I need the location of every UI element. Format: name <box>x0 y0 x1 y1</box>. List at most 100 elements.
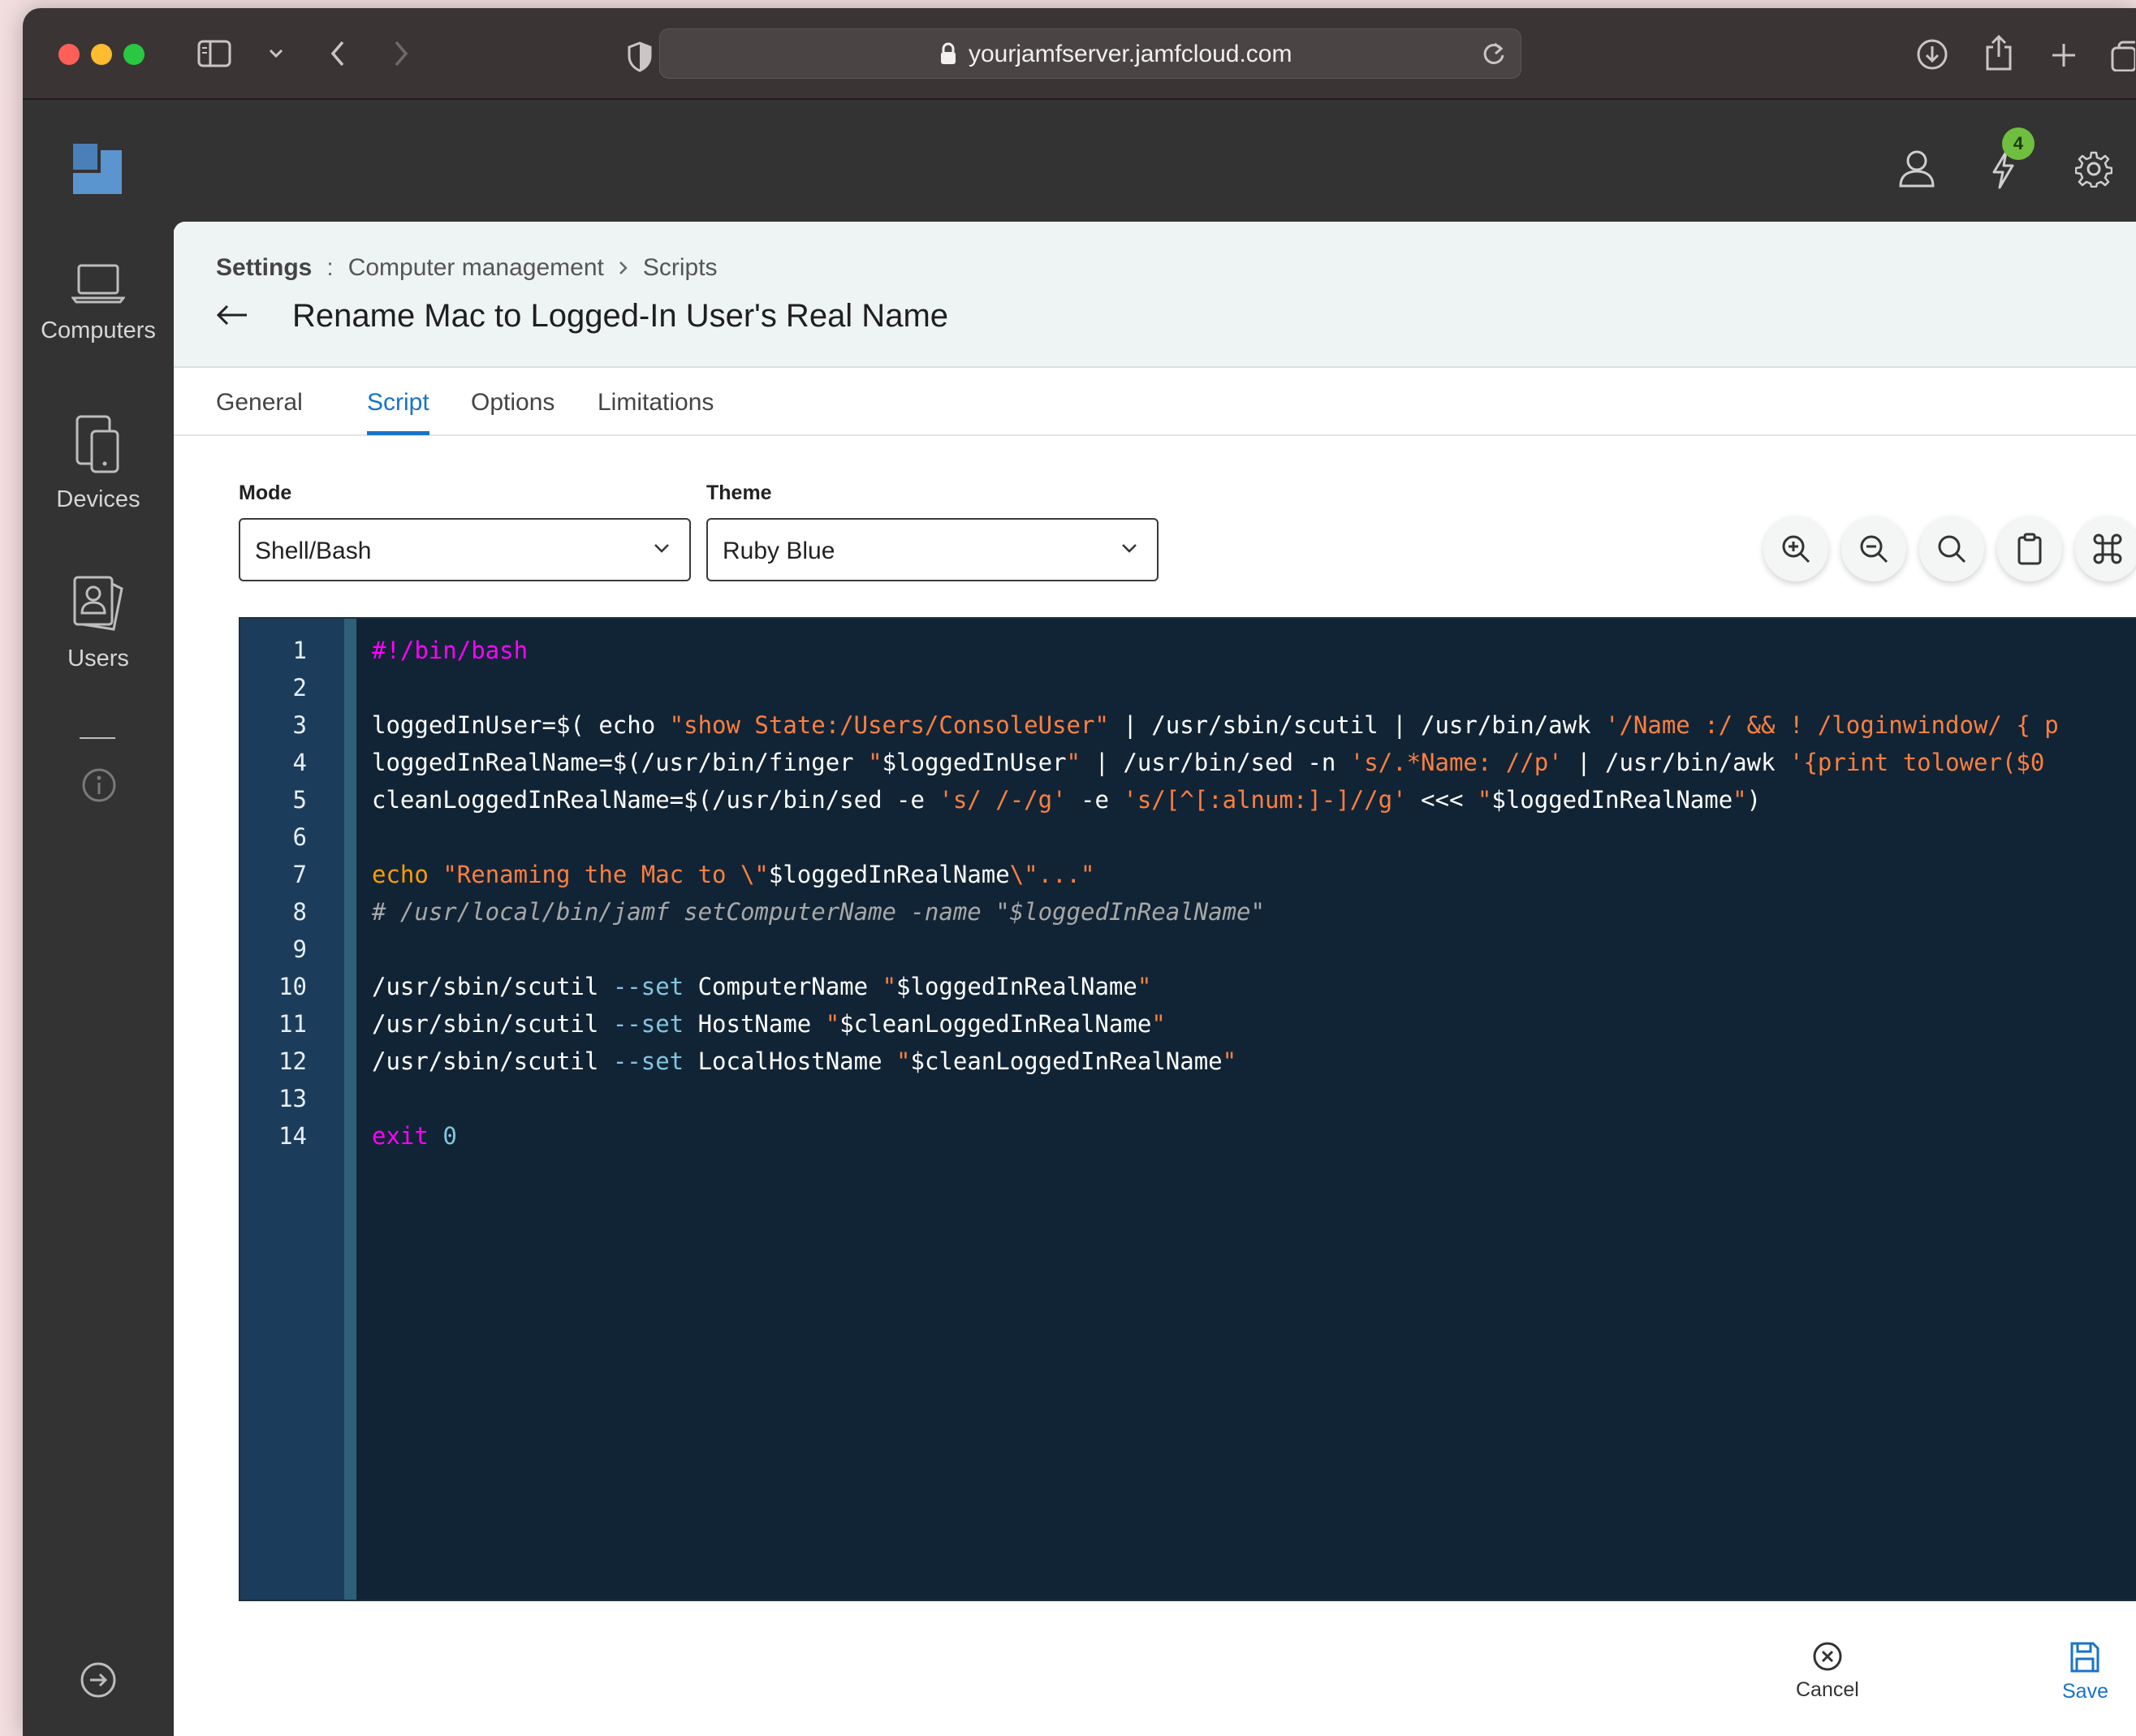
theme-select[interactable]: Ruby Blue <box>706 518 1159 581</box>
breadcrumb-computer-management[interactable]: Computer management <box>348 254 604 282</box>
code-line: /usr/sbin/scutil --set ComputerName "$lo… <box>372 973 1152 1000</box>
settings-gear-icon[interactable] <box>2074 150 2113 192</box>
line-number: 9 <box>292 935 307 963</box>
back-arrow-icon[interactable] <box>216 303 248 331</box>
tab-general[interactable]: General <box>216 389 303 417</box>
users-icon <box>73 576 123 631</box>
back-nav-icon[interactable] <box>325 39 351 68</box>
code-line: exit 0 <box>372 1122 457 1150</box>
line-number: 3 <box>292 711 307 739</box>
sidebar-item-label: Devices <box>56 486 140 512</box>
address-bar-url: yourjamfserver.jamfcloud.com <box>969 41 1292 67</box>
line-number: 10 <box>278 973 307 1000</box>
breadcrumb-scripts[interactable]: Scripts <box>643 254 718 282</box>
save-floppy-icon <box>2070 1642 2099 1673</box>
info-icon[interactable] <box>81 767 117 807</box>
sidebar-toggle-icon[interactable] <box>196 37 232 70</box>
line-number: 14 <box>278 1122 307 1150</box>
main-content: Settings : Computer management Scripts R… <box>174 222 2136 1736</box>
zoom-window-button[interactable] <box>123 44 145 65</box>
cancel-circle-icon <box>1813 1642 1842 1671</box>
code-line: #!/bin/bash <box>372 637 529 664</box>
line-number: 12 <box>278 1047 307 1075</box>
search-button[interactable] <box>1919 516 1984 581</box>
sidebar-item-label: Users <box>67 646 129 672</box>
browser-window: yourjamfserver.jamfcloud.com 4 Computers… <box>23 8 2136 1736</box>
line-number: 13 <box>278 1085 307 1112</box>
tab-options[interactable]: Options <box>471 389 554 417</box>
browser-toolbar: yourjamfserver.jamfcloud.com <box>23 8 2136 100</box>
share-icon[interactable] <box>1984 34 2013 71</box>
sidebar-item-label: Computers <box>41 317 156 343</box>
tab-limitations[interactable]: Limitations <box>598 389 714 417</box>
tab-overview-icon[interactable] <box>2111 39 2135 71</box>
zoom-in-button[interactable] <box>1763 516 1828 581</box>
line-number: 5 <box>292 786 307 814</box>
theme-select-value: Ruby Blue <box>723 538 835 564</box>
sidebar-divider <box>80 737 115 739</box>
tab-bar: General Script Options Limitations <box>174 369 2136 436</box>
code-line: /usr/sbin/scutil --set LocalHostName "$c… <box>372 1047 1237 1075</box>
breadcrumb-separator: : <box>326 254 334 281</box>
code-line: loggedInRealName=$(/usr/bin/finger "$log… <box>372 749 2045 776</box>
lock-icon <box>939 41 957 70</box>
code-line: # /usr/local/bin/jamf setComputerName -n… <box>372 898 1265 926</box>
zoom-out-icon <box>1860 535 1888 564</box>
cancel-label: Cancel <box>1796 1678 1859 1701</box>
chevron-down-icon <box>1122 544 1137 553</box>
search-icon <box>1938 535 1966 564</box>
tab-script[interactable]: Script <box>367 389 429 417</box>
reload-icon[interactable] <box>1482 41 1506 71</box>
active-tab-indicator <box>367 431 429 435</box>
sidebar-item-computers[interactable]: Computers <box>23 262 174 344</box>
sidebar-item-devices[interactable]: Devices <box>23 415 174 513</box>
minimize-window-button[interactable] <box>91 44 112 65</box>
clipboard-icon <box>2017 533 2042 565</box>
forward-nav-icon[interactable] <box>388 39 414 68</box>
notifications-count-badge: 4 <box>2002 127 2035 160</box>
mode-select[interactable]: Shell/Bash <box>239 518 691 581</box>
chevron-down-icon <box>654 544 669 553</box>
cancel-button[interactable]: Cancel <box>1796 1641 1859 1702</box>
theme-label: Theme <box>706 482 772 504</box>
line-number: 4 <box>292 749 307 776</box>
new-tab-icon[interactable] <box>2049 41 2078 70</box>
privacy-shield-icon[interactable] <box>625 41 654 73</box>
line-number: 7 <box>292 861 307 888</box>
breadcrumb: Settings : Computer management Scripts <box>216 254 718 282</box>
code-line: cleanLoggedInRealName=$(/usr/bin/sed -e … <box>372 786 1762 814</box>
code-editor[interactable]: 1 2 3 4 5 6 7 8 9 10 11 12 13 14 #!/bin/… <box>239 617 2136 1601</box>
chevron-down-icon[interactable] <box>266 44 286 63</box>
close-window-button[interactable] <box>58 44 80 65</box>
app-header <box>23 100 2136 230</box>
save-label: Save <box>2062 1680 2108 1703</box>
zoom-in-icon <box>1782 535 1810 564</box>
code-line: echo "Renaming the Mac to \"$loggedInRea… <box>372 861 1095 888</box>
line-number: 6 <box>292 823 307 851</box>
page-header: Settings : Computer management Scripts R… <box>174 222 2136 368</box>
save-button[interactable]: Save <box>2062 1641 2108 1704</box>
breadcrumb-settings[interactable]: Settings <box>216 254 312 282</box>
downloads-icon[interactable] <box>1916 37 1948 71</box>
line-number: 2 <box>292 674 307 702</box>
mode-label: Mode <box>239 482 292 504</box>
mode-select-value: Shell/Bash <box>255 538 372 564</box>
sidebar-item-users[interactable]: Users <box>23 576 174 672</box>
zoom-out-button[interactable] <box>1841 516 1906 581</box>
expand-sidebar-icon[interactable] <box>80 1661 117 1703</box>
gutter-border <box>344 619 356 1600</box>
line-number: 1 <box>292 637 307 664</box>
clipboard-button[interactable] <box>1997 516 2062 581</box>
page-title: Rename Mac to Logged-In User's Real Name <box>292 298 949 334</box>
address-bar[interactable]: yourjamfserver.jamfcloud.com <box>659 28 1521 79</box>
code-line: loggedInUser=$( echo "show State:/Users/… <box>372 711 2059 739</box>
line-number: 11 <box>278 1010 307 1038</box>
laptop-icon <box>71 264 125 304</box>
keyboard-shortcuts-button[interactable] <box>2075 516 2136 581</box>
command-key-icon <box>2093 533 2122 564</box>
sidebar: Computers Devices Users <box>23 230 174 1736</box>
jamf-logo-icon[interactable] <box>71 142 123 200</box>
chevron-right-icon <box>619 254 628 282</box>
user-account-icon[interactable] <box>1898 149 1935 192</box>
devices-icon <box>76 415 119 473</box>
